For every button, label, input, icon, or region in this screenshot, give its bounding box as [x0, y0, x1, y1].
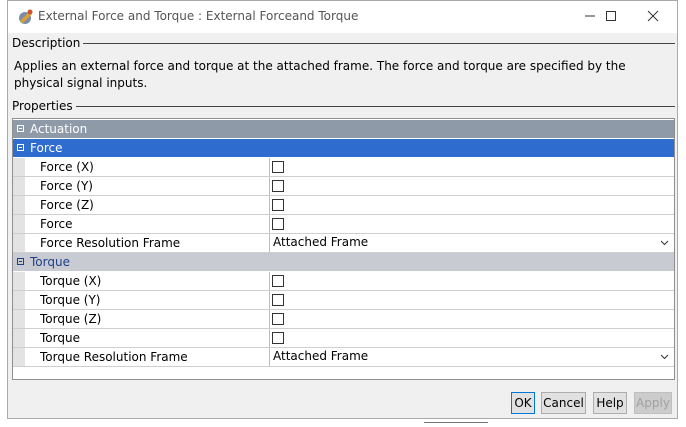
torque-y-checkbox[interactable]: [272, 294, 284, 306]
row-gutter: [13, 329, 25, 347]
description-label: Description: [12, 36, 84, 50]
column-divider: [269, 177, 270, 195]
row-gutter: [13, 272, 25, 290]
column-divider: [269, 234, 270, 252]
property-row-torque-y: Torque (Y): [13, 291, 674, 310]
actuation-label: Actuation: [30, 122, 88, 136]
properties-label: Properties: [12, 99, 76, 113]
dialog-window: External Force and Torque : External For…: [7, 0, 678, 419]
torque-category-label: Torque: [30, 255, 70, 269]
property-row-force-x: Force (X): [13, 158, 674, 177]
property-name: Force Resolution Frame: [40, 236, 181, 250]
chevron-down-icon[interactable]: [660, 354, 669, 360]
torque-x-checkbox[interactable]: [272, 275, 284, 287]
chevron-down-icon[interactable]: [660, 240, 669, 246]
property-grid[interactable]: Actuation Force Force (X) Force (Y) Forc…: [12, 118, 675, 380]
description-text: Applies an external force and torque at …: [14, 59, 626, 90]
property-name: Torque: [40, 331, 80, 345]
property-row-torque-x: Torque (X): [13, 272, 674, 291]
help-button[interactable]: Help: [593, 392, 627, 414]
row-gutter: [13, 310, 25, 328]
torque-frame-select[interactable]: Attached Frame: [273, 349, 368, 363]
collapse-icon[interactable]: [17, 144, 24, 151]
column-divider: [269, 291, 270, 309]
property-name: Torque (Z): [40, 312, 102, 326]
cancel-button[interactable]: Cancel: [541, 392, 586, 414]
property-row-force-resolution-frame: Force Resolution Frame Attached Frame: [13, 234, 674, 253]
property-name: Force (Y): [40, 179, 93, 193]
row-gutter: [13, 348, 25, 366]
column-divider: [269, 329, 270, 347]
maximize-button[interactable]: [595, 5, 627, 27]
column-divider: [269, 158, 270, 176]
row-gutter: [13, 196, 25, 214]
torque-category[interactable]: Torque: [13, 253, 674, 271]
force-category-label: Force: [30, 141, 63, 155]
actuation-category[interactable]: Actuation: [13, 120, 674, 138]
ok-button[interactable]: OK: [511, 392, 535, 414]
window-title: External Force and Torque : External For…: [38, 9, 359, 23]
force-x-checkbox[interactable]: [272, 161, 284, 173]
description-divider: [68, 43, 675, 44]
apply-button[interactable]: Apply: [634, 392, 672, 414]
column-divider: [269, 272, 270, 290]
maximize-icon: [606, 11, 616, 21]
torque-z-checkbox[interactable]: [272, 313, 284, 325]
force-z-checkbox[interactable]: [272, 199, 284, 211]
properties-divider: [70, 106, 675, 107]
background-divider: [424, 422, 488, 423]
collapse-icon[interactable]: [17, 258, 24, 265]
row-gutter: [13, 158, 25, 176]
row-gutter: [13, 291, 25, 309]
row-gutter: [13, 215, 25, 233]
row-gutter: [13, 234, 25, 252]
column-divider: [269, 196, 270, 214]
column-divider: [269, 215, 270, 233]
property-row-torque-z: Torque (Z): [13, 310, 674, 329]
force-category[interactable]: Force: [13, 139, 674, 157]
force-frame-select[interactable]: Attached Frame: [273, 235, 368, 249]
property-row-force: Force: [13, 215, 674, 234]
property-name: Force (Z): [40, 198, 94, 212]
torque-checkbox[interactable]: [272, 332, 284, 344]
property-row-torque: Torque: [13, 329, 674, 348]
collapse-icon[interactable]: [17, 125, 24, 132]
property-row-torque-resolution-frame: Torque Resolution Frame Attached Frame: [13, 348, 674, 367]
app-icon: [19, 9, 33, 24]
close-button[interactable]: [637, 5, 669, 27]
property-row-force-y: Force (Y): [13, 177, 674, 196]
property-name: Torque (X): [40, 274, 102, 288]
title-bar[interactable]: External Force and Torque : External For…: [8, 1, 677, 33]
property-row-force-z: Force (Z): [13, 196, 674, 215]
force-y-checkbox[interactable]: [272, 180, 284, 192]
property-name: Torque (Y): [40, 293, 101, 307]
property-name: Force (X): [40, 160, 94, 174]
column-divider: [269, 310, 270, 328]
column-divider: [269, 348, 270, 366]
close-icon: [647, 10, 659, 22]
row-gutter: [13, 177, 25, 195]
property-name: Torque Resolution Frame: [40, 350, 188, 364]
property-name: Force: [40, 217, 73, 231]
force-checkbox[interactable]: [272, 218, 284, 230]
